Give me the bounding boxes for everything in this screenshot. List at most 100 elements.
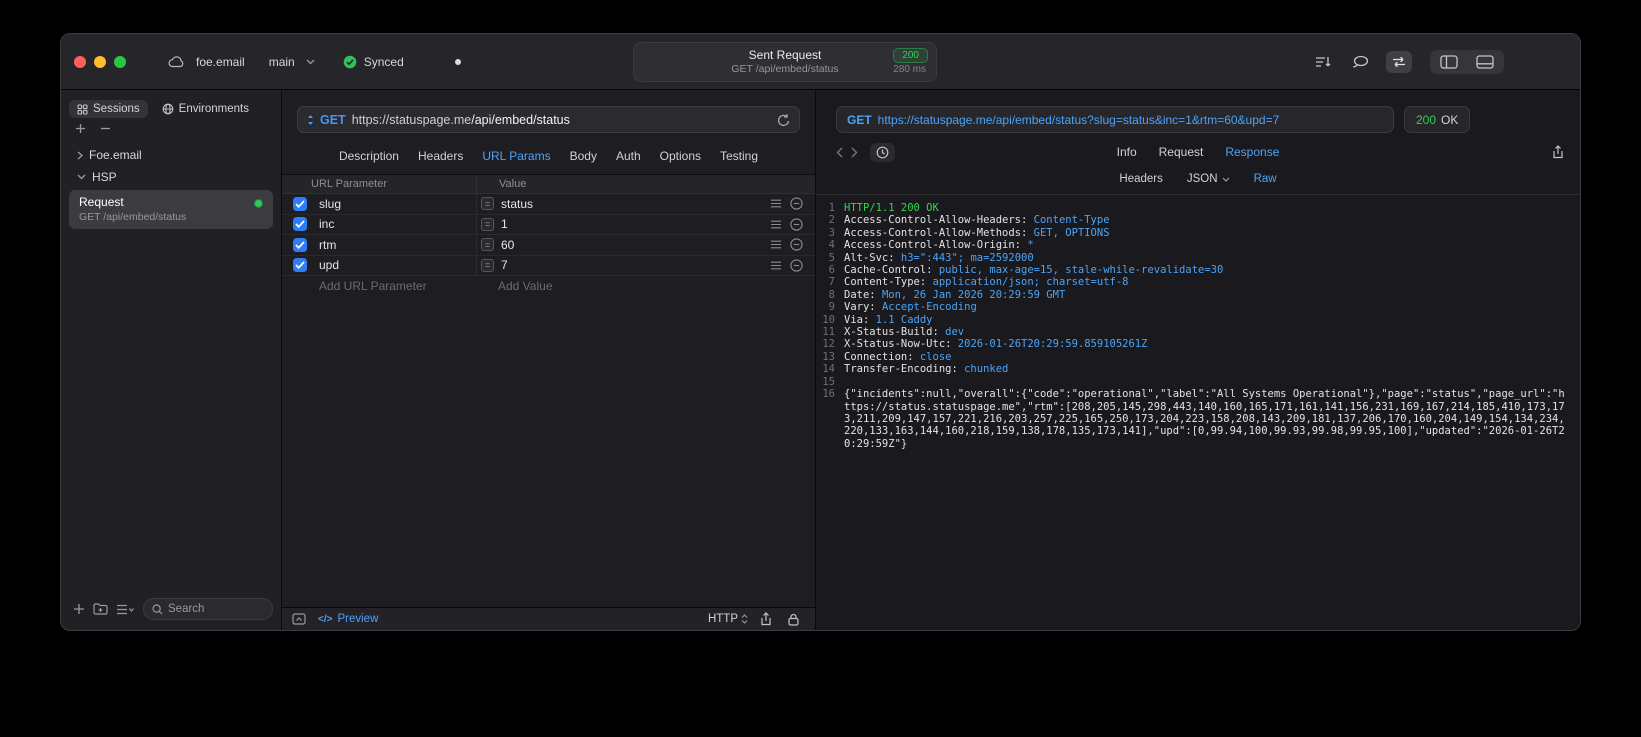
- export-response-icon[interactable]: [1552, 145, 1564, 159]
- preview-button[interactable]: </> Preview: [318, 613, 378, 625]
- add-param-name-placeholder[interactable]: Add URL Parameter: [282, 279, 476, 293]
- close-window-button[interactable]: [74, 55, 86, 68]
- toolbar-lasso-icon[interactable]: [1348, 51, 1374, 73]
- sidebar-item-request[interactable]: Request GET /api/embed/status: [69, 190, 273, 229]
- param-name[interactable]: inc: [319, 217, 334, 231]
- status-badge: 200: [893, 48, 928, 63]
- modified-dot: [454, 58, 461, 65]
- tab-info[interactable]: Info: [1117, 145, 1137, 159]
- subtab-headers[interactable]: Headers: [1119, 173, 1162, 185]
- tree-group-foe-email[interactable]: Foe.email: [67, 144, 275, 166]
- tab-request[interactable]: Request: [1159, 145, 1204, 159]
- response-line: 1 HTTP/1.1 200 OK: [828, 202, 939, 214]
- response-line: 6 Cache-Control: public, max-age=15, stal…: [828, 264, 1224, 277]
- param-row[interactable]: rtm = 60: [282, 235, 815, 256]
- remove-param-icon[interactable]: [790, 259, 803, 272]
- toolbar-transfer-icon[interactable]: [1386, 51, 1412, 73]
- branch-name[interactable]: main: [269, 55, 295, 69]
- project-name[interactable]: foe.email: [196, 55, 245, 69]
- zoom-window-button[interactable]: [114, 55, 126, 68]
- reorder-handle-icon[interactable]: [770, 199, 782, 208]
- remove-item-icon[interactable]: [100, 123, 111, 134]
- subtab-json[interactable]: JSON: [1187, 173, 1230, 185]
- history-back-icon[interactable]: [832, 147, 847, 158]
- request-method[interactable]: GET: [320, 113, 346, 127]
- method-stepper-icon[interactable]: [307, 114, 314, 126]
- param-name[interactable]: upd: [319, 258, 339, 272]
- chevron-down-icon[interactable]: [302, 55, 319, 69]
- add-item-icon[interactable]: [75, 123, 86, 134]
- equals-badge: =: [481, 217, 494, 231]
- tab-url-params[interactable]: URL Params: [482, 149, 550, 163]
- remove-param-icon[interactable]: [790, 218, 803, 231]
- tab-response[interactable]: Response: [1225, 145, 1279, 159]
- add-request-icon[interactable]: [73, 603, 85, 615]
- toolbar-sort-icon[interactable]: [1310, 51, 1336, 73]
- tab-auth[interactable]: Auth: [616, 149, 641, 163]
- param-name[interactable]: slug: [319, 197, 341, 211]
- param-value[interactable]: 60: [501, 238, 514, 252]
- synced-check-icon: [343, 55, 357, 69]
- toggle-bottom-panel-icon[interactable]: [1470, 53, 1500, 71]
- param-row[interactable]: upd = 7: [282, 255, 815, 276]
- reorder-handle-icon[interactable]: [770, 240, 782, 249]
- add-param-value-placeholder[interactable]: Add Value: [476, 279, 815, 293]
- param-value[interactable]: 7: [501, 258, 508, 272]
- subtab-label: JSON: [1186, 173, 1218, 185]
- tree-group-label: HSP: [92, 170, 117, 184]
- protocol-selector[interactable]: HTTP: [708, 613, 748, 625]
- share-icon[interactable]: [756, 608, 776, 630]
- response-panel: GET https://statuspage.me/api/embed/stat…: [816, 90, 1580, 630]
- tab-options[interactable]: Options: [660, 149, 701, 163]
- response-body[interactable]: 1 HTTP/1.1 200 OK 2 Access-Control-Allow-He…: [816, 195, 1580, 630]
- refresh-icon[interactable]: [777, 113, 790, 127]
- param-checkbox[interactable]: [293, 196, 307, 211]
- view-options-icon[interactable]: [116, 604, 135, 615]
- tab-description[interactable]: Description: [339, 149, 399, 163]
- remove-param-icon[interactable]: [790, 197, 803, 210]
- remove-param-icon[interactable]: [790, 238, 803, 251]
- history-forward-icon[interactable]: [847, 147, 862, 158]
- param-row[interactable]: slug = status: [282, 194, 815, 215]
- new-folder-icon[interactable]: [93, 603, 108, 615]
- param-value[interactable]: status: [501, 197, 533, 211]
- toggle-sidebar-icon[interactable]: [1434, 53, 1464, 71]
- add-param-row[interactable]: Add URL Parameter Add Value: [282, 276, 815, 297]
- reorder-handle-icon[interactable]: [770, 220, 782, 229]
- lock-icon[interactable]: [784, 609, 803, 630]
- param-name[interactable]: rtm: [319, 238, 336, 252]
- tab-headers[interactable]: Headers: [418, 149, 463, 163]
- tab-testing[interactable]: Testing: [720, 149, 758, 163]
- sent-request-summary[interactable]: Sent Request GET /api/embed/status 200 2…: [633, 42, 937, 82]
- reorder-handle-icon[interactable]: [770, 261, 782, 270]
- sidebar-tab-environments[interactable]: Environments: [154, 100, 257, 118]
- search-input[interactable]: [168, 603, 264, 615]
- minimize-window-button[interactable]: [94, 55, 106, 68]
- param-checkbox[interactable]: [293, 217, 307, 232]
- chevron-down-icon[interactable]: [77, 174, 86, 180]
- code-icon: </>: [318, 613, 333, 625]
- subtab-raw[interactable]: Raw: [1254, 173, 1277, 185]
- response-line: 7 Content-Type: application/json; charset…: [828, 276, 1129, 289]
- sidebar-tab-sessions[interactable]: Sessions: [69, 100, 148, 118]
- chevron-right-icon[interactable]: [77, 151, 83, 160]
- expand-panel-icon[interactable]: [288, 609, 310, 629]
- sent-request-url[interactable]: GET https://statuspage.me/api/embed/stat…: [836, 106, 1394, 133]
- tab-body[interactable]: Body: [570, 149, 597, 163]
- request-url-host[interactable]: https://statuspage.me: [352, 113, 472, 127]
- param-value[interactable]: 1: [501, 217, 508, 231]
- response-lines: 1 HTTP/1.1 200 OK 2 Access-Control-Allow-He…: [816, 202, 1566, 450]
- params-rows: slug = status inc = 1 rtm = 60 upd = 7: [282, 194, 815, 276]
- sidebar-search[interactable]: [143, 598, 273, 620]
- param-checkbox[interactable]: [293, 237, 307, 252]
- request-url-path[interactable]: /api/embed/status: [471, 113, 570, 127]
- response-status-code: 200: [1416, 112, 1437, 127]
- param-checkbox[interactable]: [293, 258, 307, 273]
- history-clock-icon[interactable]: [870, 142, 895, 162]
- summary-title: Sent Request: [748, 48, 822, 62]
- request-status-dot: [254, 199, 263, 208]
- tree-group-hsp[interactable]: HSP: [67, 166, 275, 188]
- param-row[interactable]: inc = 1: [282, 214, 815, 235]
- request-url-bar[interactable]: GET https://statuspage.me/api/embed/stat…: [297, 106, 800, 133]
- params-header: URL Parameter Value: [282, 175, 815, 194]
